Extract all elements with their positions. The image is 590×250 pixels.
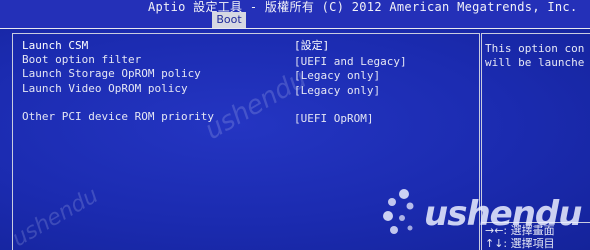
option-video-oprom-label[interactable]: Launch Video OpROM policy <box>22 82 188 96</box>
option-boot-filter-label[interactable]: Boot option filter <box>22 53 141 67</box>
option-boot-filter-value[interactable]: [UEFI and Legacy] <box>294 55 407 69</box>
option-storage-oprom-label[interactable]: Launch Storage OpROM policy <box>22 67 201 81</box>
option-launch-csm-value[interactable]: [設定] <box>294 39 329 53</box>
title-bar: Aptio 設定工具 - 版權所有 (C) 2012 American Mega… <box>0 0 590 29</box>
help-text-line-1: This option con <box>485 42 585 55</box>
option-pci-rom-value[interactable]: [UEFI OpROM] <box>294 112 373 126</box>
watermark-logo: ushendu <box>380 186 588 246</box>
tab-boot[interactable]: Boot <box>212 12 246 28</box>
watermark-dots-icon <box>383 189 414 234</box>
watermark-text: ushendu <box>424 194 582 234</box>
help-text-line-2: will be launche <box>485 56 585 69</box>
option-pci-rom-label[interactable]: Other PCI device ROM priority <box>22 110 214 124</box>
option-launch-csm-label[interactable]: Launch CSM <box>22 39 88 53</box>
bios-screen: Aptio 設定工具 - 版權所有 (C) 2012 American Mega… <box>0 0 590 250</box>
